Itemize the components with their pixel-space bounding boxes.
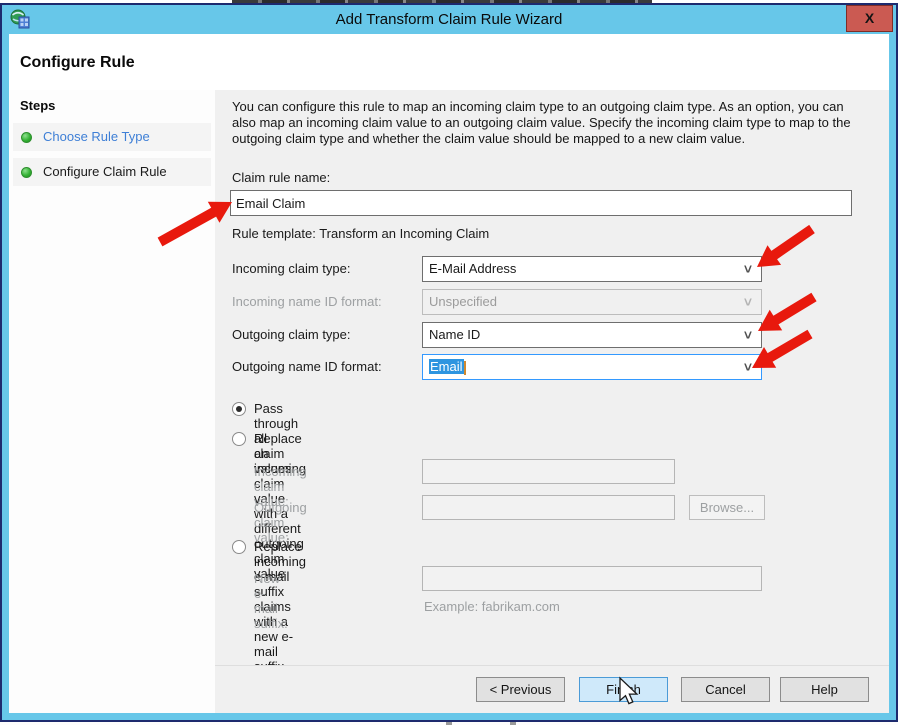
incoming-claim-value-input <box>422 459 675 484</box>
radio-replace-suffix[interactable] <box>232 540 246 554</box>
main-pane: You can configure this rule to map an in… <box>215 90 889 665</box>
chevron-down-icon[interactable]: ˅ <box>740 326 756 344</box>
new-email-suffix-label: New e-mail suffix: <box>254 571 288 631</box>
outgoing-name-id-format-select[interactable]: Email ˅ <box>422 354 762 380</box>
example-text: Example: fabrikam.com <box>424 599 560 614</box>
finish-button[interactable]: Finish <box>579 677 668 702</box>
close-button[interactable]: X <box>846 5 893 32</box>
step-label[interactable]: Configure Claim Rule <box>43 164 167 179</box>
wizard-window: Add Transform Claim Rule Wizard X Config… <box>0 3 898 722</box>
outgoing-claim-value-input <box>422 495 675 520</box>
selected-text-highlight: Email <box>429 359 464 374</box>
step-label[interactable]: Choose Rule Type <box>43 129 150 144</box>
outgoing-claim-type-label: Outgoing claim type: <box>232 327 351 342</box>
outgoing-name-id-format-row: Outgoing name ID format: Email ˅ <box>215 354 889 380</box>
new-email-suffix-input <box>422 566 762 591</box>
rule-template-text: Rule template: Transform an Incoming Cla… <box>232 226 489 241</box>
incoming-name-id-format-label: Incoming name ID format: <box>232 294 382 309</box>
selected-value: Name ID <box>429 327 480 342</box>
dialog-header: Configure Rule <box>9 34 889 90</box>
incoming-claim-type-row: Incoming claim type: E-Mail Address ˅ <box>215 256 889 282</box>
chevron-down-icon: ˅ <box>740 293 756 311</box>
titlebar[interactable]: Add Transform Claim Rule Wizard X <box>2 5 896 34</box>
screen: { "window": { "title": "Add Transform Cl… <box>0 0 898 725</box>
chevron-down-icon[interactable]: ˅ <box>740 358 756 376</box>
step-complete-dot-icon <box>21 167 32 178</box>
incoming-name-id-format-row: Incoming name ID format: Unspecified ˅ <box>215 289 889 315</box>
wizard-dialog: Configure Rule Steps Choose Rule Type Co… <box>9 34 889 713</box>
outgoing-name-id-format-label: Outgoing name ID format: <box>232 359 382 374</box>
chevron-down-icon[interactable]: ˅ <box>740 260 756 278</box>
previous-button[interactable]: < Previous <box>476 677 565 702</box>
page-title: Configure Rule <box>20 54 135 72</box>
selected-value: Unspecified <box>429 294 497 309</box>
radio-pass-through[interactable] <box>232 402 246 416</box>
incoming-claim-type-label: Incoming claim type: <box>232 261 351 276</box>
outgoing-claim-type-row: Outgoing claim type: Name ID ˅ <box>215 322 889 348</box>
steps-sidebar: Steps Choose Rule Type Configure Claim R… <box>9 90 215 713</box>
claim-rule-name-input[interactable] <box>230 190 852 216</box>
selected-value: E-Mail Address <box>429 261 516 276</box>
selected-value: Email <box>429 359 466 375</box>
steps-heading: Steps <box>20 98 55 113</box>
claim-rule-name-label: Claim rule name: <box>232 170 330 185</box>
incoming-name-id-format-select: Unspecified ˅ <box>422 289 762 315</box>
cancel-button[interactable]: Cancel <box>681 677 770 702</box>
rule-description: You can configure this rule to map an in… <box>232 99 860 147</box>
browse-button: Browse... <box>689 495 765 520</box>
button-bar: < Previous Finish Cancel Help <box>215 665 889 713</box>
sidebar-item-configure-claim-rule[interactable]: Configure Claim Rule <box>13 158 211 186</box>
radio-replace-value[interactable] <box>232 432 246 446</box>
sidebar-item-choose-rule-type[interactable]: Choose Rule Type <box>13 123 211 151</box>
window-title: Add Transform Claim Rule Wizard <box>2 11 896 28</box>
text-caret <box>464 361 466 375</box>
outgoing-claim-type-select[interactable]: Name ID ˅ <box>422 322 762 348</box>
help-button[interactable]: Help <box>780 677 869 702</box>
incoming-claim-type-select[interactable]: E-Mail Address ˅ <box>422 256 762 282</box>
step-complete-dot-icon <box>21 132 32 143</box>
